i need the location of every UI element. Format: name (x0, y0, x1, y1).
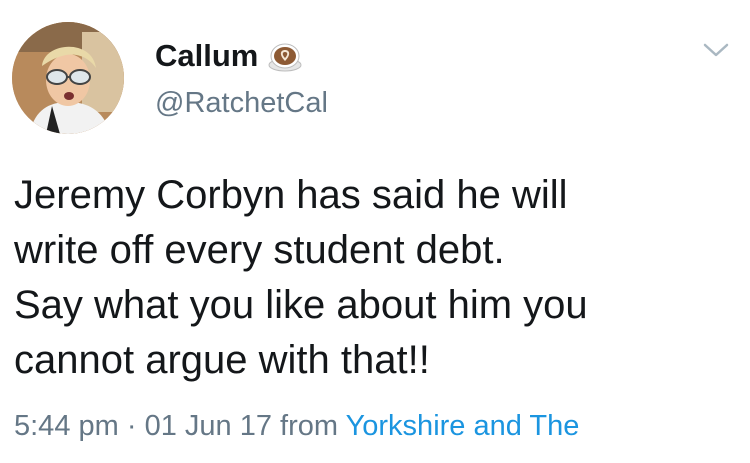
chevron-down-icon[interactable] (703, 42, 729, 58)
tweet-time[interactable]: 5:44 pm (14, 410, 119, 442)
tweet-card: Callum @RatchetCal Jeremy Corbyn has sai… (0, 0, 750, 463)
tweet-location-link[interactable]: Yorkshire and The (346, 410, 580, 442)
latte-art-coffee-icon (268, 39, 302, 73)
meta-separator: · (126, 410, 137, 442)
user-name-row: Callum (155, 38, 302, 74)
display-name[interactable]: Callum (155, 38, 258, 74)
tweet-date[interactable]: 01 Jun 17 (145, 410, 272, 442)
tweet-text: Jeremy Corbyn has said he will write off… (14, 173, 588, 382)
tweet-metadata: 5:44 pm · 01 Jun 17 from Yorkshire and T… (14, 408, 579, 444)
avatar[interactable] (12, 22, 124, 134)
from-label: from (280, 410, 339, 442)
avatar-photo (12, 22, 124, 134)
user-handle[interactable]: @RatchetCal (155, 86, 328, 120)
